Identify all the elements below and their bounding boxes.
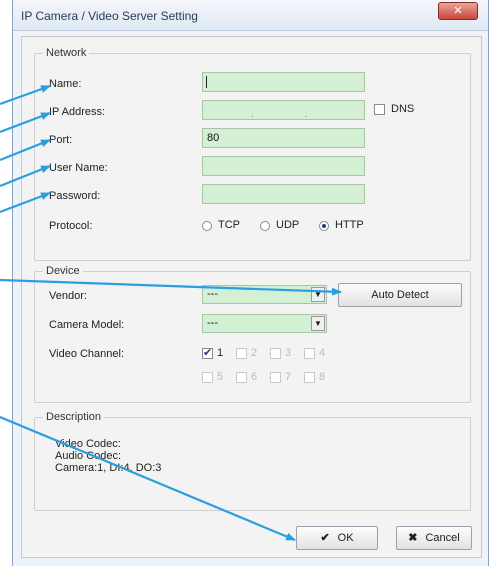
network-group-label: Network bbox=[43, 47, 90, 59]
camera-info-text: Camera:1, DI:4, DO:3 bbox=[55, 462, 162, 474]
network-group: Network Name: IP Address: . . . DNS Port… bbox=[34, 47, 471, 261]
ok-button-label: OK bbox=[337, 532, 354, 544]
protocol-radio-http[interactable] bbox=[319, 221, 329, 231]
audio-codec-text: Audio Codec: bbox=[55, 450, 122, 462]
camera-model-select-value: --- bbox=[207, 317, 218, 329]
cancel-button[interactable]: ✖ Cancel bbox=[396, 526, 472, 550]
device-group-label: Device bbox=[43, 265, 83, 277]
vendor-label: Vendor: bbox=[49, 290, 87, 302]
channel-5-checkbox[interactable] bbox=[202, 372, 213, 383]
description-group: Description Video Codec: Audio Codec: Ca… bbox=[34, 411, 471, 511]
cancel-button-label: Cancel bbox=[425, 532, 460, 544]
dns-checkbox[interactable] bbox=[374, 104, 385, 115]
channel-1-checkbox[interactable] bbox=[202, 346, 213, 359]
channel-2-label: 2 bbox=[251, 347, 258, 359]
channel-7-label: 7 bbox=[285, 371, 292, 383]
name-field[interactable] bbox=[202, 72, 365, 92]
user-name-label: User Name: bbox=[49, 162, 108, 174]
channel-8-checkbox[interactable] bbox=[304, 372, 315, 383]
channel-4-checkbox[interactable] bbox=[304, 348, 315, 359]
channel-8-label: 8 bbox=[319, 371, 326, 383]
protocol-tcp-label: TCP bbox=[218, 219, 240, 231]
user-name-field[interactable] bbox=[202, 156, 365, 176]
channel-4-label: 4 bbox=[319, 347, 326, 359]
channel-6-label: 6 bbox=[251, 371, 258, 383]
description-group-label: Description bbox=[43, 411, 105, 423]
checkmark-icon: ✔ bbox=[320, 532, 330, 544]
channel-1-label: 1 bbox=[217, 347, 224, 359]
device-group: Device Vendor: --- ▼ Auto Detect Camera … bbox=[34, 265, 471, 403]
close-button[interactable]: ✕ bbox=[438, 2, 478, 20]
channel-6-checkbox[interactable] bbox=[236, 372, 247, 383]
port-field[interactable]: 80 bbox=[202, 128, 365, 148]
channel-3-checkbox[interactable] bbox=[270, 348, 281, 359]
password-field[interactable] bbox=[202, 184, 365, 204]
channel-5-label: 5 bbox=[217, 371, 224, 383]
ip-address-field[interactable]: . . . bbox=[202, 100, 365, 138]
protocol-radio-tcp[interactable] bbox=[202, 221, 212, 231]
camera-model-select[interactable]: --- ▼ bbox=[202, 314, 327, 333]
ok-button[interactable]: ✔ OK bbox=[296, 526, 378, 550]
title-bar[interactable]: IP Camera / Video Server Setting ✕ bbox=[13, 0, 488, 31]
video-channel-label: Video Channel: bbox=[49, 348, 125, 360]
ip-address-label: IP Address: bbox=[49, 106, 106, 118]
protocol-http-label: HTTP bbox=[335, 219, 364, 231]
window-title: IP Camera / Video Server Setting bbox=[21, 9, 198, 23]
text-cursor bbox=[206, 76, 207, 88]
dialog-window: IP Camera / Video Server Setting ✕ Netwo… bbox=[12, 0, 489, 566]
vendor-select[interactable]: --- ▼ bbox=[202, 285, 327, 304]
camera-model-label: Camera Model: bbox=[49, 319, 125, 331]
close-icon: ✖ bbox=[408, 532, 418, 544]
vendor-select-value: --- bbox=[207, 288, 218, 300]
port-label: Port: bbox=[49, 134, 73, 146]
protocol-udp-label: UDP bbox=[276, 219, 300, 231]
protocol-label: Protocol: bbox=[49, 220, 93, 232]
protocol-radio-udp[interactable] bbox=[260, 221, 270, 231]
channel-2-checkbox[interactable] bbox=[236, 348, 247, 359]
auto-detect-button[interactable]: Auto Detect bbox=[338, 283, 462, 307]
dns-label: DNS bbox=[391, 103, 415, 115]
name-label: Name: bbox=[49, 78, 82, 90]
channel-7-checkbox[interactable] bbox=[270, 372, 281, 383]
channel-3-label: 3 bbox=[285, 347, 292, 359]
dialog-body: Network Name: IP Address: . . . DNS Port… bbox=[21, 36, 482, 558]
password-label: Password: bbox=[49, 190, 101, 202]
chevron-down-icon[interactable]: ▼ bbox=[311, 316, 325, 331]
video-codec-text: Video Codec: bbox=[55, 438, 121, 450]
chevron-down-icon[interactable]: ▼ bbox=[311, 287, 325, 302]
